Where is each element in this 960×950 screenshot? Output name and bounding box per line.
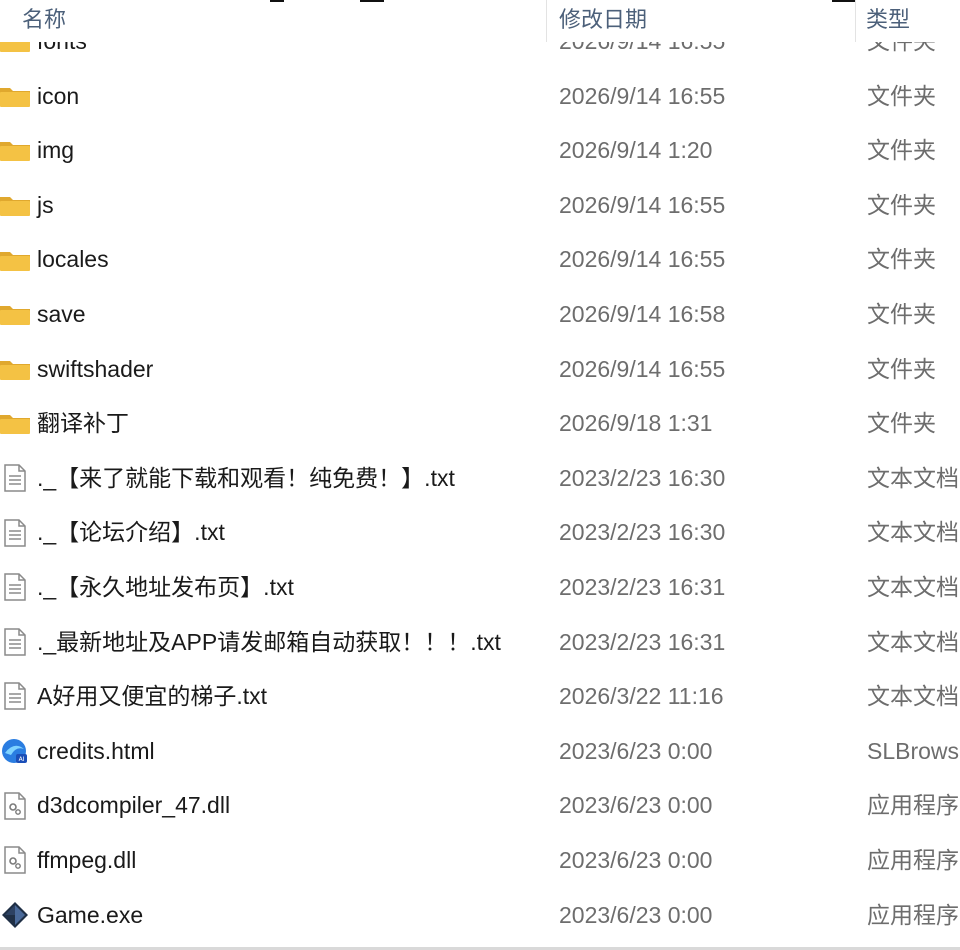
- folder-icon: [0, 408, 30, 438]
- file-type: 文件夹: [867, 191, 936, 218]
- file-row[interactable]: ._最新地址及APP请发邮箱自动获取！！！.txt 2023/2/23 16:31…: [0, 615, 960, 670]
- file-row[interactable]: ._【论坛介绍】.txt 2023/2/23 16:30 文本文档: [0, 505, 960, 560]
- file-modified-date: 2026/9/14 16:55: [559, 82, 726, 109]
- file-row[interactable]: d3dcompiler_47.dll 2023/6/23 0:00 应用程序: [0, 778, 960, 833]
- file-name: d3dcompiler_47.dll: [37, 792, 231, 819]
- file-name: icon: [37, 82, 80, 109]
- file-type: 文件夹: [867, 300, 936, 327]
- file-type: SLBrowse: [867, 737, 960, 764]
- browser-html-icon: AI: [0, 736, 30, 766]
- file-row[interactable]: swiftshader 2026/9/14 16:55 文件夹: [0, 342, 960, 397]
- column-header-type[interactable]: 类型: [866, 0, 910, 40]
- file-name: ffmpeg.dll: [37, 846, 137, 873]
- file-list: fonts2026/9/14 16:55文件夹icon2026/9/14 16:…: [0, 14, 960, 942]
- file-modified-date: 2023/6/23 0:00: [559, 792, 713, 819]
- file-name: ._【来了就能下载和观看！纯免费！】.txt: [37, 464, 455, 491]
- file-row[interactable]: 翻译补丁 2026/9/18 1:31 文件夹: [0, 396, 960, 451]
- file-explorer: 名称 修改日期 类型 fonts2026/9/14 16:55文件夹icon20…: [0, 0, 960, 950]
- folder-icon: [0, 354, 30, 384]
- folder-icon: [0, 81, 30, 111]
- file-modified-date: 2023/6/23 0:00: [559, 846, 713, 873]
- column-header-name[interactable]: 名称: [22, 0, 66, 40]
- file-row[interactable]: A好用又便宜的梯子.txt 2026/3/22 11:16 文本文档: [0, 669, 960, 724]
- file-name: locales: [37, 246, 109, 273]
- file-modified-date: 2026/9/14 16:55: [559, 355, 726, 382]
- column-divider[interactable]: [855, 0, 856, 42]
- file-row[interactable]: ffmpeg.dll 2023/6/23 0:00 应用程序: [0, 833, 960, 888]
- file-modified-date: 2023/6/23 0:00: [559, 737, 713, 764]
- file-modified-date: 2023/2/23 16:30: [559, 464, 726, 491]
- file-type: 文本文档: [867, 683, 959, 710]
- header-fragment: [360, 0, 384, 2]
- folder-icon: [0, 299, 30, 329]
- text-file-icon: [0, 518, 30, 548]
- file-type: 文本文档: [867, 573, 959, 600]
- file-row[interactable]: locales 2026/9/14 16:55 文件夹: [0, 232, 960, 287]
- file-modified-date: 2026/9/18 1:31: [559, 410, 713, 437]
- text-file-icon: [0, 572, 30, 602]
- text-file-icon: [0, 681, 30, 711]
- file-row[interactable]: icon 2026/9/14 16:55 文件夹: [0, 69, 960, 124]
- file-name: ._【论坛介绍】.txt: [37, 519, 225, 546]
- file-row[interactable]: img 2026/9/14 1:20 文件夹: [0, 123, 960, 178]
- file-type: 应用程序: [867, 901, 959, 928]
- file-modified-date: 2026/9/14 1:20: [559, 137, 713, 164]
- file-row[interactable]: ._【来了就能下载和观看！纯免费！】.txt 2023/2/23 16:30 文本文…: [0, 451, 960, 506]
- file-row[interactable]: ._【永久地址发布页】.txt 2023/2/23 16:31 文本文档: [0, 560, 960, 615]
- folder-icon: [0, 190, 30, 220]
- column-header: 名称 修改日期 类型: [0, 0, 960, 42]
- file-row[interactable]: js 2026/9/14 16:55 文件夹: [0, 178, 960, 233]
- header-fragment: [832, 0, 856, 2]
- file-modified-date: 2023/2/23 16:30: [559, 519, 726, 546]
- file-type: 文本文档: [867, 628, 959, 655]
- file-row[interactable]: AI credits.html 2023/6/23 0:00 SLBrowse: [0, 724, 960, 779]
- header-fragment: [270, 0, 284, 2]
- file-modified-date: 2026/3/22 11:16: [559, 683, 724, 710]
- file-type: 文本文档: [867, 519, 959, 546]
- file-modified-date: 2023/2/23 16:31: [559, 628, 726, 655]
- file-type: 文件夹: [867, 246, 936, 273]
- file-type: 应用程序: [867, 846, 959, 873]
- file-type: 应用程序: [867, 792, 959, 819]
- game-exe-icon: [0, 900, 30, 930]
- file-modified-date: 2023/2/23 16:31: [559, 573, 726, 600]
- column-header-date[interactable]: 修改日期: [559, 0, 647, 40]
- file-name: js: [37, 191, 54, 218]
- file-name: Game.exe: [37, 901, 144, 928]
- file-modified-date: 2026/9/14 16:55: [559, 246, 726, 273]
- file-name: 翻译补丁: [37, 410, 129, 437]
- file-name: ._最新地址及APP请发邮箱自动获取！！！.txt: [37, 628, 501, 655]
- svg-text:AI: AI: [19, 756, 25, 763]
- column-divider[interactable]: [546, 0, 547, 42]
- text-file-icon: [0, 463, 30, 493]
- text-file-icon: [0, 627, 30, 657]
- file-name: ._【永久地址发布页】.txt: [37, 573, 294, 600]
- file-modified-date: 2026/9/14 16:55: [559, 191, 726, 218]
- file-type: 文件夹: [867, 82, 936, 109]
- dll-file-icon: [0, 845, 30, 875]
- file-type: 文件夹: [867, 137, 936, 164]
- file-row[interactable]: save 2026/9/14 16:58 文件夹: [0, 287, 960, 342]
- file-name: credits.html: [37, 737, 155, 764]
- file-name: save: [37, 300, 86, 327]
- dll-file-icon: [0, 791, 30, 821]
- file-modified-date: 2026/9/14 16:58: [559, 300, 726, 327]
- folder-icon: [0, 245, 30, 275]
- file-type: 文件夹: [867, 355, 936, 382]
- file-name: swiftshader: [37, 355, 154, 382]
- file-type: 文本文档: [867, 464, 959, 491]
- file-type: 文件夹: [867, 410, 936, 437]
- file-name: img: [37, 137, 75, 164]
- file-name: A好用又便宜的梯子.txt: [37, 683, 268, 710]
- folder-icon: [0, 135, 30, 165]
- file-row[interactable]: Game.exe 2023/6/23 0:00 应用程序: [0, 888, 960, 943]
- file-modified-date: 2023/6/23 0:00: [559, 901, 713, 928]
